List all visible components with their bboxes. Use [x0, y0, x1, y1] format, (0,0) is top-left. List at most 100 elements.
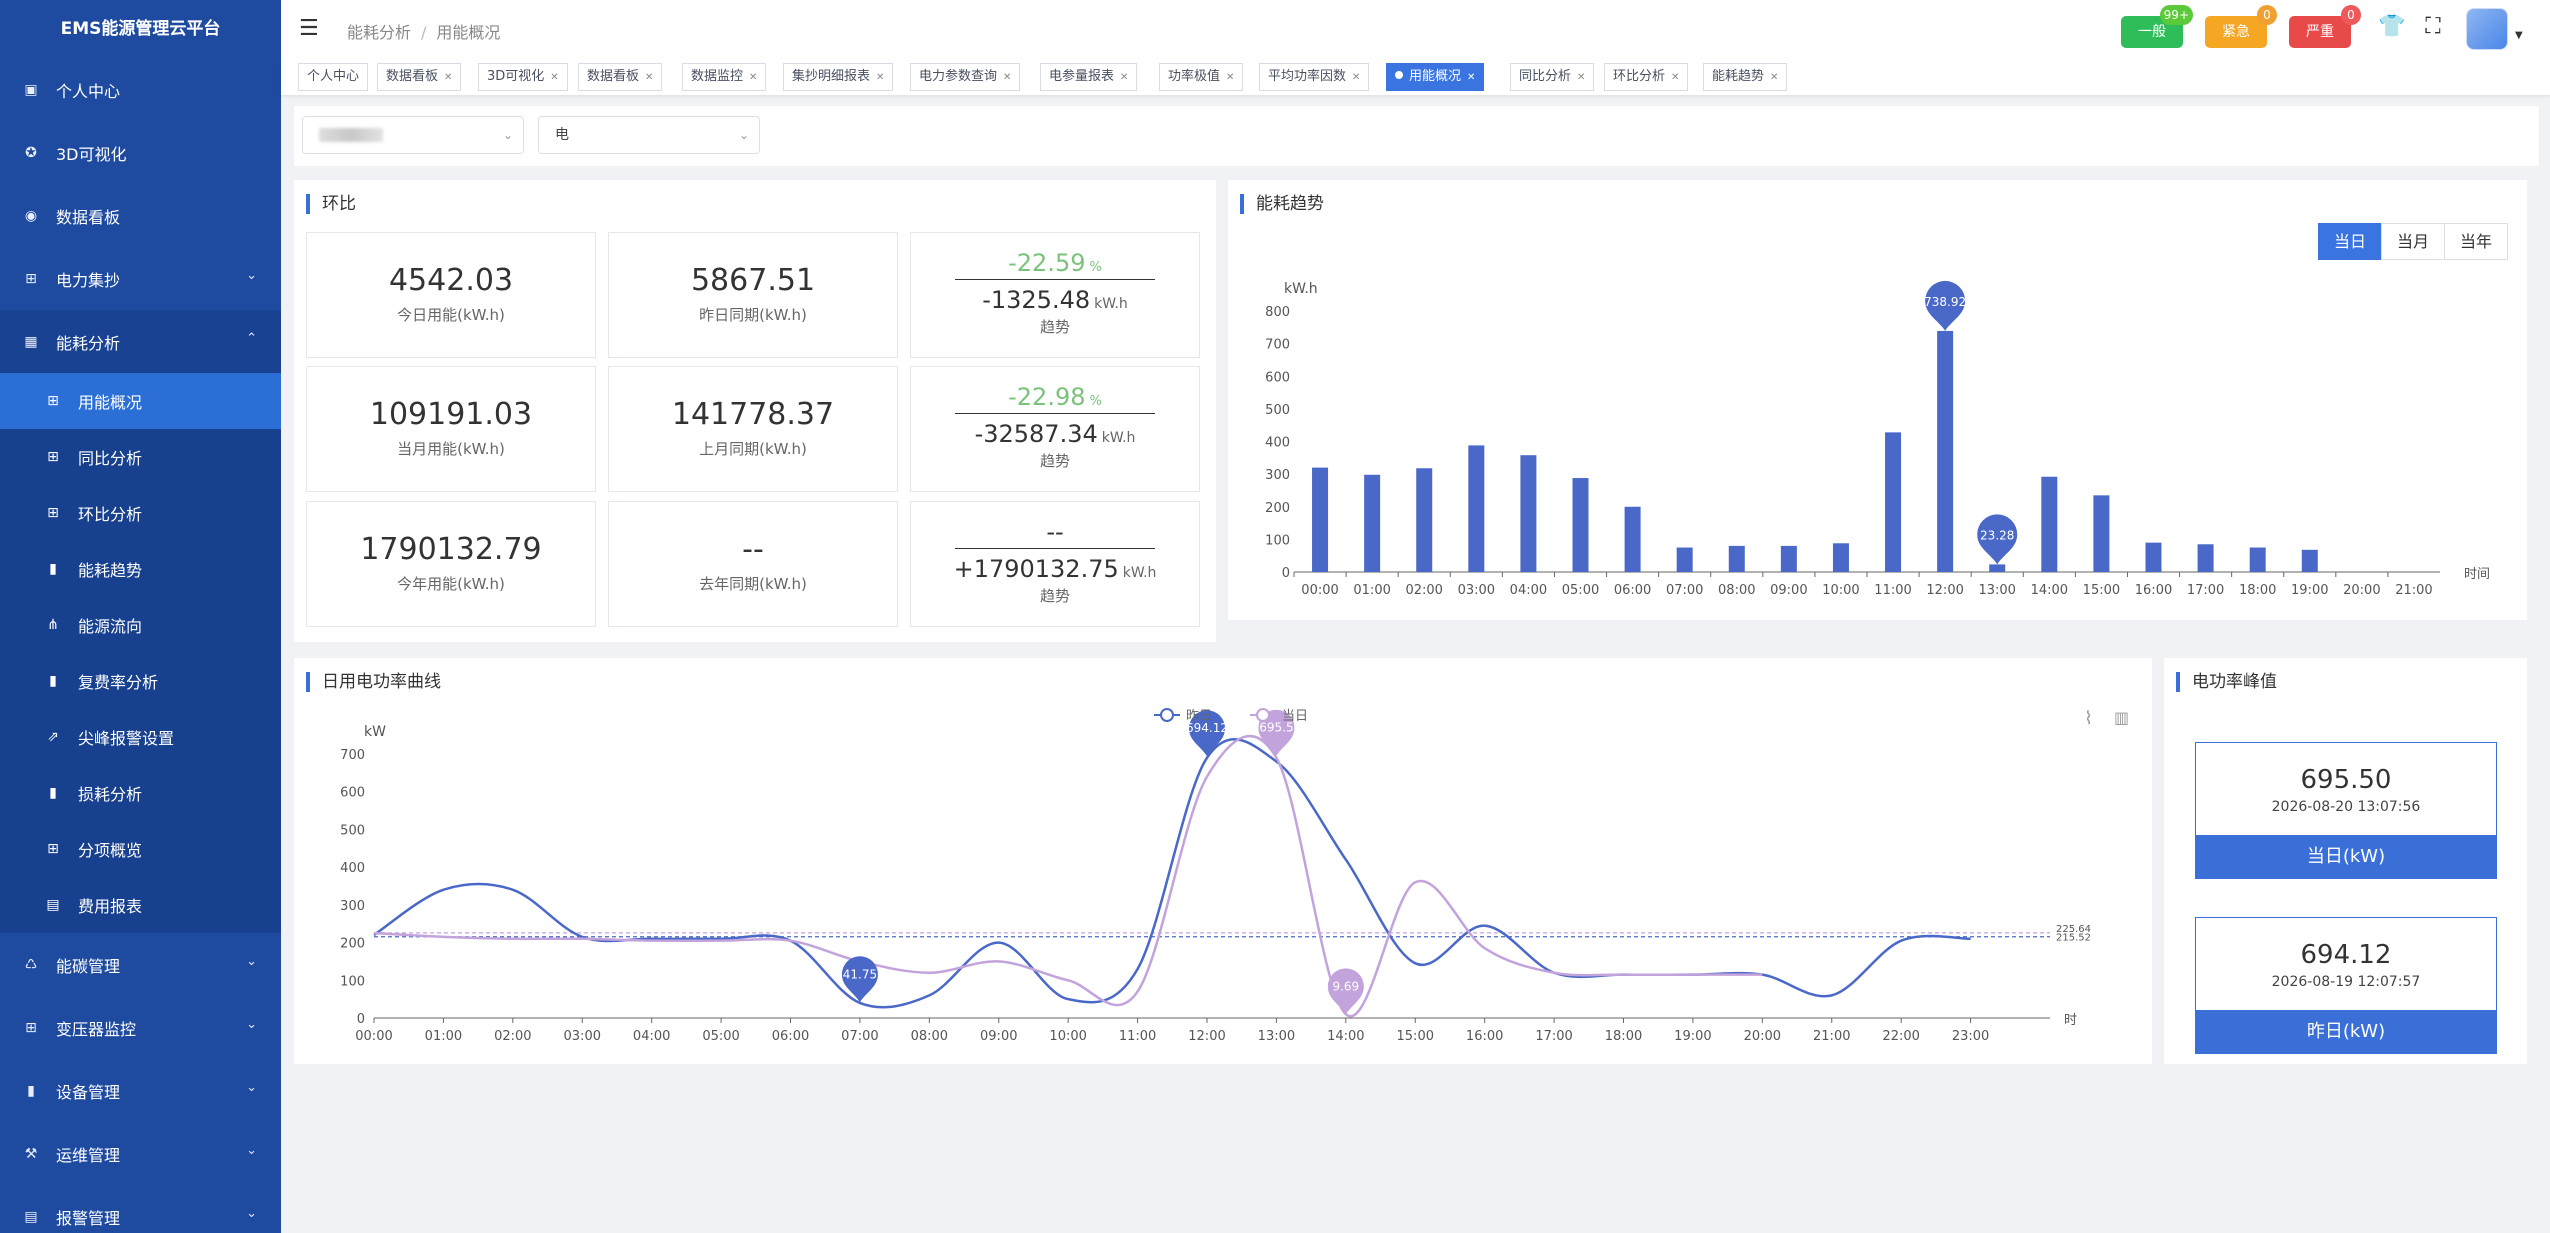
alert-severe-button[interactable]: 严重 0 [2289, 5, 2361, 48]
peak-today-label: 当日(kW) [2196, 835, 2496, 878]
sidebar-subitem-6[interactable]: ▮ 复费率分析 [0, 653, 281, 709]
sidebar-subitem-2[interactable]: ⊞ 同比分析 [0, 429, 281, 485]
sidebar-subitem-7[interactable]: ⇗ 尖峰报警设置 [0, 709, 281, 765]
chevron-down-icon: ⌄ [246, 954, 257, 969]
y-tick-label: 100 [340, 974, 365, 989]
x-tick-label: 00:00 [1301, 583, 1338, 598]
huanbi-title: 环比 [306, 194, 356, 214]
site-select[interactable]: ⌄ [302, 116, 524, 154]
sidebar-item-10[interactable]: ▤ 报警管理 ⌄ [0, 1185, 281, 1233]
caret-down-icon[interactable]: ▼ [2515, 30, 2523, 41]
sidebar-item-8[interactable]: ▮ 设备管理 ⌄ [0, 1059, 281, 1122]
bar[interactable] [2041, 476, 2058, 572]
bar[interactable] [1572, 478, 1589, 572]
close-icon[interactable]: ✕ [749, 72, 757, 83]
bar[interactable] [1937, 330, 1954, 572]
sidebar-subitem-10[interactable]: ▤ 费用报表 [0, 877, 281, 933]
chevron-down-icon: ⌄ [246, 1080, 257, 1095]
tab-14[interactable]: 能耗趋势 ✕ [1703, 63, 1788, 91]
tab-10[interactable]: 平均功率因数 ✕ [1259, 63, 1370, 91]
close-icon[interactable]: ✕ [550, 72, 558, 83]
bar[interactable] [2145, 542, 2162, 572]
tab-7[interactable]: 电力参数查询 ✕ [910, 63, 1021, 91]
sidebar-item-4[interactable]: ⊞ 电力集抄 ⌄ [0, 247, 281, 310]
sidebar-item-7[interactable]: ⊞ 变压器监控 ⌄ [0, 996, 281, 1059]
series-line[interactable] [373, 734, 1763, 1018]
fullscreen-icon[interactable]: ⛶ [2419, 14, 2447, 39]
close-icon[interactable]: ✕ [1226, 72, 1234, 83]
legend-item[interactable]: 昨日 [1154, 708, 1212, 724]
tab-1[interactable]: 个人中心 [298, 63, 369, 91]
sidebar-subitem-8[interactable]: ▮ 损耗分析 [0, 765, 281, 821]
bar[interactable] [1676, 547, 1693, 572]
bar[interactable] [1885, 432, 1902, 572]
sidebar-item-2[interactable]: ✪ 3D可视化 [0, 121, 281, 184]
tab-5[interactable]: 数据监控 ✕ [682, 63, 767, 91]
sidebar-item-6[interactable]: ♺ 能碳管理 ⌄ [0, 933, 281, 996]
close-icon[interactable]: ✕ [876, 72, 884, 83]
bar[interactable] [1832, 543, 1849, 572]
tab-11[interactable]: 用能概况 ✕ [1386, 63, 1485, 91]
bar[interactable] [1728, 545, 1745, 572]
energy-trend-card: 能耗趋势 当日 当月 当年 kW.h 0 100 200 300 400 500 600 700… [1228, 180, 2527, 620]
tab-4[interactable]: 数据看板 ✕ [578, 63, 663, 91]
sidebar-item-1[interactable]: ▣ 个人中心 [0, 58, 281, 121]
x-tick-label: 03:00 [564, 1029, 601, 1044]
tab-9[interactable]: 功率极值 ✕ [1159, 63, 1244, 91]
close-icon[interactable]: ✕ [1352, 72, 1360, 83]
sidebar-subitem-4[interactable]: ▮ 能耗趋势 [0, 541, 281, 597]
stat-previous-value: -- [742, 532, 764, 567]
bar-chart-icon: ▮ [49, 561, 57, 577]
y-tick-label: 600 [1265, 370, 1290, 385]
filter-bar: ⌄ 电 ⌄ [294, 106, 2539, 166]
bar[interactable] [1780, 545, 1797, 572]
bar[interactable] [1312, 467, 1329, 572]
bar[interactable] [1989, 564, 2006, 572]
bar[interactable] [2301, 549, 2318, 572]
close-icon[interactable]: ✕ [1467, 72, 1475, 83]
close-icon[interactable]: ✕ [1577, 72, 1585, 83]
menu-toggle-icon[interactable]: ☰ [299, 16, 319, 41]
avatar[interactable] [2466, 8, 2508, 50]
sidebar-subitem-9[interactable]: ⊞ 分项概览 [0, 821, 281, 877]
tab-2[interactable]: 数据看板 ✕ [377, 63, 462, 91]
bar[interactable] [1624, 506, 1641, 572]
bar[interactable] [2249, 547, 2266, 572]
close-icon[interactable]: ✕ [1120, 72, 1128, 83]
tab-12[interactable]: 同比分析 ✕ [1510, 63, 1595, 91]
y-tick-label: 500 [1265, 403, 1290, 418]
sidebar-subitem-1[interactable]: ⊞ 用能概况 [0, 373, 281, 429]
sidebar-item-5[interactable]: ▦ 能耗分析 ⌃ [0, 310, 281, 373]
close-icon[interactable]: ✕ [444, 72, 452, 83]
sidebar-subitem-5[interactable]: ⋔ 能源流向 [0, 597, 281, 653]
sidebar-subitem-label: 用能概况 [78, 393, 143, 412]
energy-type-select[interactable]: 电 ⌄ [538, 116, 760, 154]
y-tick-label: 800 [1265, 305, 1290, 320]
tab-3[interactable]: 3D可视化 ✕ [478, 63, 568, 91]
x-tick-label: 04:00 [633, 1029, 670, 1044]
series-line[interactable] [373, 738, 1971, 1009]
bar[interactable] [2197, 544, 2214, 572]
close-icon[interactable]: ✕ [1003, 72, 1011, 83]
bar[interactable] [1520, 455, 1537, 572]
close-icon[interactable]: ✕ [1671, 72, 1679, 83]
sidebar-subitem-3[interactable]: ⊞ 环比分析 [0, 485, 281, 541]
tab-6[interactable]: 集抄明细报表 ✕ [783, 63, 894, 91]
close-icon[interactable]: ✕ [1770, 72, 1778, 83]
tab-13[interactable]: 环比分析 ✕ [1604, 63, 1689, 91]
bar[interactable] [1364, 474, 1381, 572]
bar[interactable] [1468, 445, 1485, 572]
tab-label: 电参量报表 [1049, 69, 1115, 84]
x-tick-label: 16:00 [1466, 1029, 1503, 1044]
alert-normal-button[interactable]: 一般 99+ [2121, 5, 2193, 48]
theme-shirt-icon[interactable]: 👕 [2378, 14, 2406, 39]
breadcrumb-item[interactable]: 能耗分析 [347, 23, 411, 42]
close-icon[interactable]: ✕ [645, 72, 653, 83]
bar[interactable] [2093, 495, 2110, 572]
alert-urgent-button[interactable]: 紧急 0 [2205, 5, 2277, 48]
bar[interactable] [1416, 468, 1433, 572]
x-tick-label: 08:00 [911, 1029, 948, 1044]
sidebar-item-3[interactable]: ◉ 数据看板 [0, 184, 281, 247]
tab-8[interactable]: 电参量报表 ✕ [1040, 63, 1138, 91]
sidebar-item-9[interactable]: ⚒ 运维管理 ⌄ [0, 1122, 281, 1185]
